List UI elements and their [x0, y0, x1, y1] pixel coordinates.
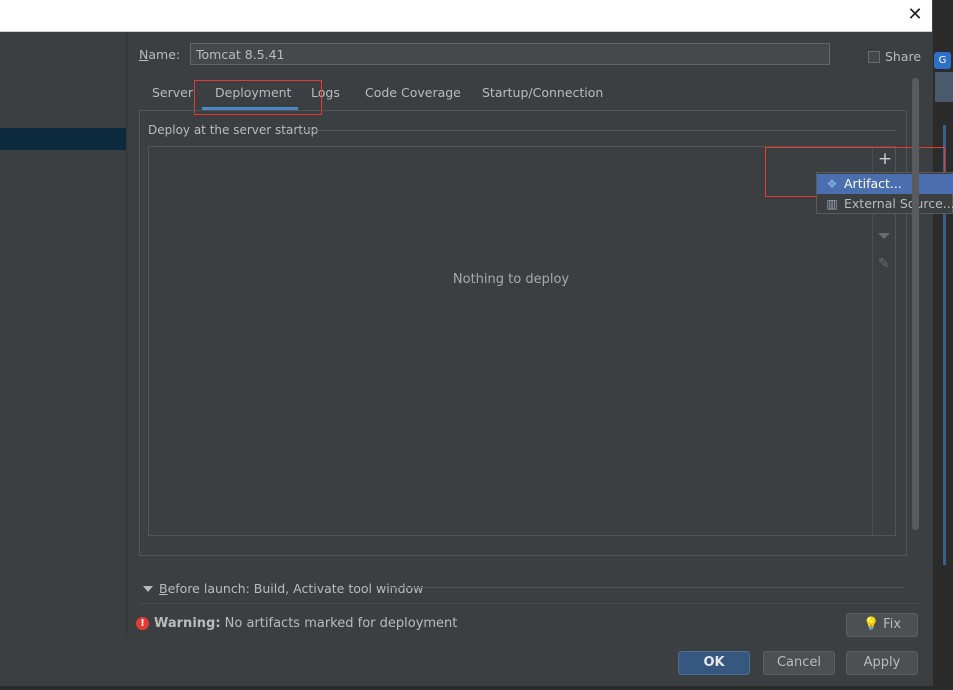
cancel-button[interactable]: Cancel — [763, 651, 835, 675]
name-input[interactable] — [190, 43, 830, 65]
before-launch-label: efore launch: Build, Activate tool windo… — [167, 581, 424, 596]
footer-divider — [139, 603, 920, 604]
menu-item-external-source-label: External Source... — [844, 196, 953, 211]
app-icon: G — [934, 52, 951, 69]
before-launch-mnemonic: B — [159, 581, 168, 596]
menu-item-artifact[interactable]: ❖ Artifact... — [817, 174, 953, 194]
fix-bulb-icon: 💡 — [862, 617, 880, 632]
artifact-icon: ❖ — [826, 177, 838, 191]
configuration-tree[interactable] — [0, 32, 127, 638]
ok-button[interactable]: OK — [678, 651, 750, 675]
section-divider — [302, 130, 896, 131]
fix-button[interactable]: 💡 Fix — [846, 613, 918, 637]
expand-triangle-icon — [143, 585, 153, 592]
external-source-icon: ▥ — [826, 197, 838, 211]
share-label: Share — [885, 49, 922, 64]
vertical-scrollbar[interactable] — [912, 78, 919, 530]
tab-startup-connection[interactable]: Startup/Connection — [482, 85, 603, 100]
tab-server[interactable]: Server — [152, 85, 193, 100]
warning-title: Warning: — [154, 616, 221, 631]
selected-configuration-row[interactable] — [0, 128, 126, 150]
add-menu-popup: ❖ Artifact... ▥ External Source... — [816, 172, 953, 214]
deploy-list[interactable] — [148, 146, 896, 536]
warning-row: ! Warning: No artifacts marked for deploy… — [136, 616, 457, 631]
close-icon[interactable]: ✕ — [906, 6, 924, 24]
before-launch-toggle[interactable]: Before launch: Build, Activate tool wind… — [143, 580, 423, 596]
menu-item-artifact-label: Artifact... — [844, 176, 902, 191]
background-panel — [935, 72, 953, 102]
tab-code-coverage[interactable]: Code Coverage — [365, 85, 461, 100]
menu-item-external-source[interactable]: ▥ External Source... — [817, 194, 953, 214]
share-checkbox-box[interactable] — [868, 50, 880, 63]
name-label: Name: — [139, 47, 181, 62]
background-ide-bottom — [0, 686, 953, 690]
fix-button-label: Fix — [883, 617, 902, 632]
share-checkbox[interactable]: Share — [868, 48, 921, 64]
apply-button[interactable]: Apply — [846, 651, 918, 675]
deploy-section-title: Deploy at the server startup — [148, 123, 319, 137]
before-launch-divider — [390, 587, 904, 588]
warning-message: No artifacts marked for deployment — [224, 616, 458, 631]
move-down-icon[interactable] — [878, 233, 890, 239]
error-icon: ! — [136, 617, 149, 630]
dialog-titlebar: ✕ — [0, 0, 932, 32]
edit-icon[interactable]: ✎ — [878, 256, 894, 272]
background-ide-strip: G — [933, 0, 953, 690]
empty-list-text: Nothing to deploy — [452, 272, 570, 287]
